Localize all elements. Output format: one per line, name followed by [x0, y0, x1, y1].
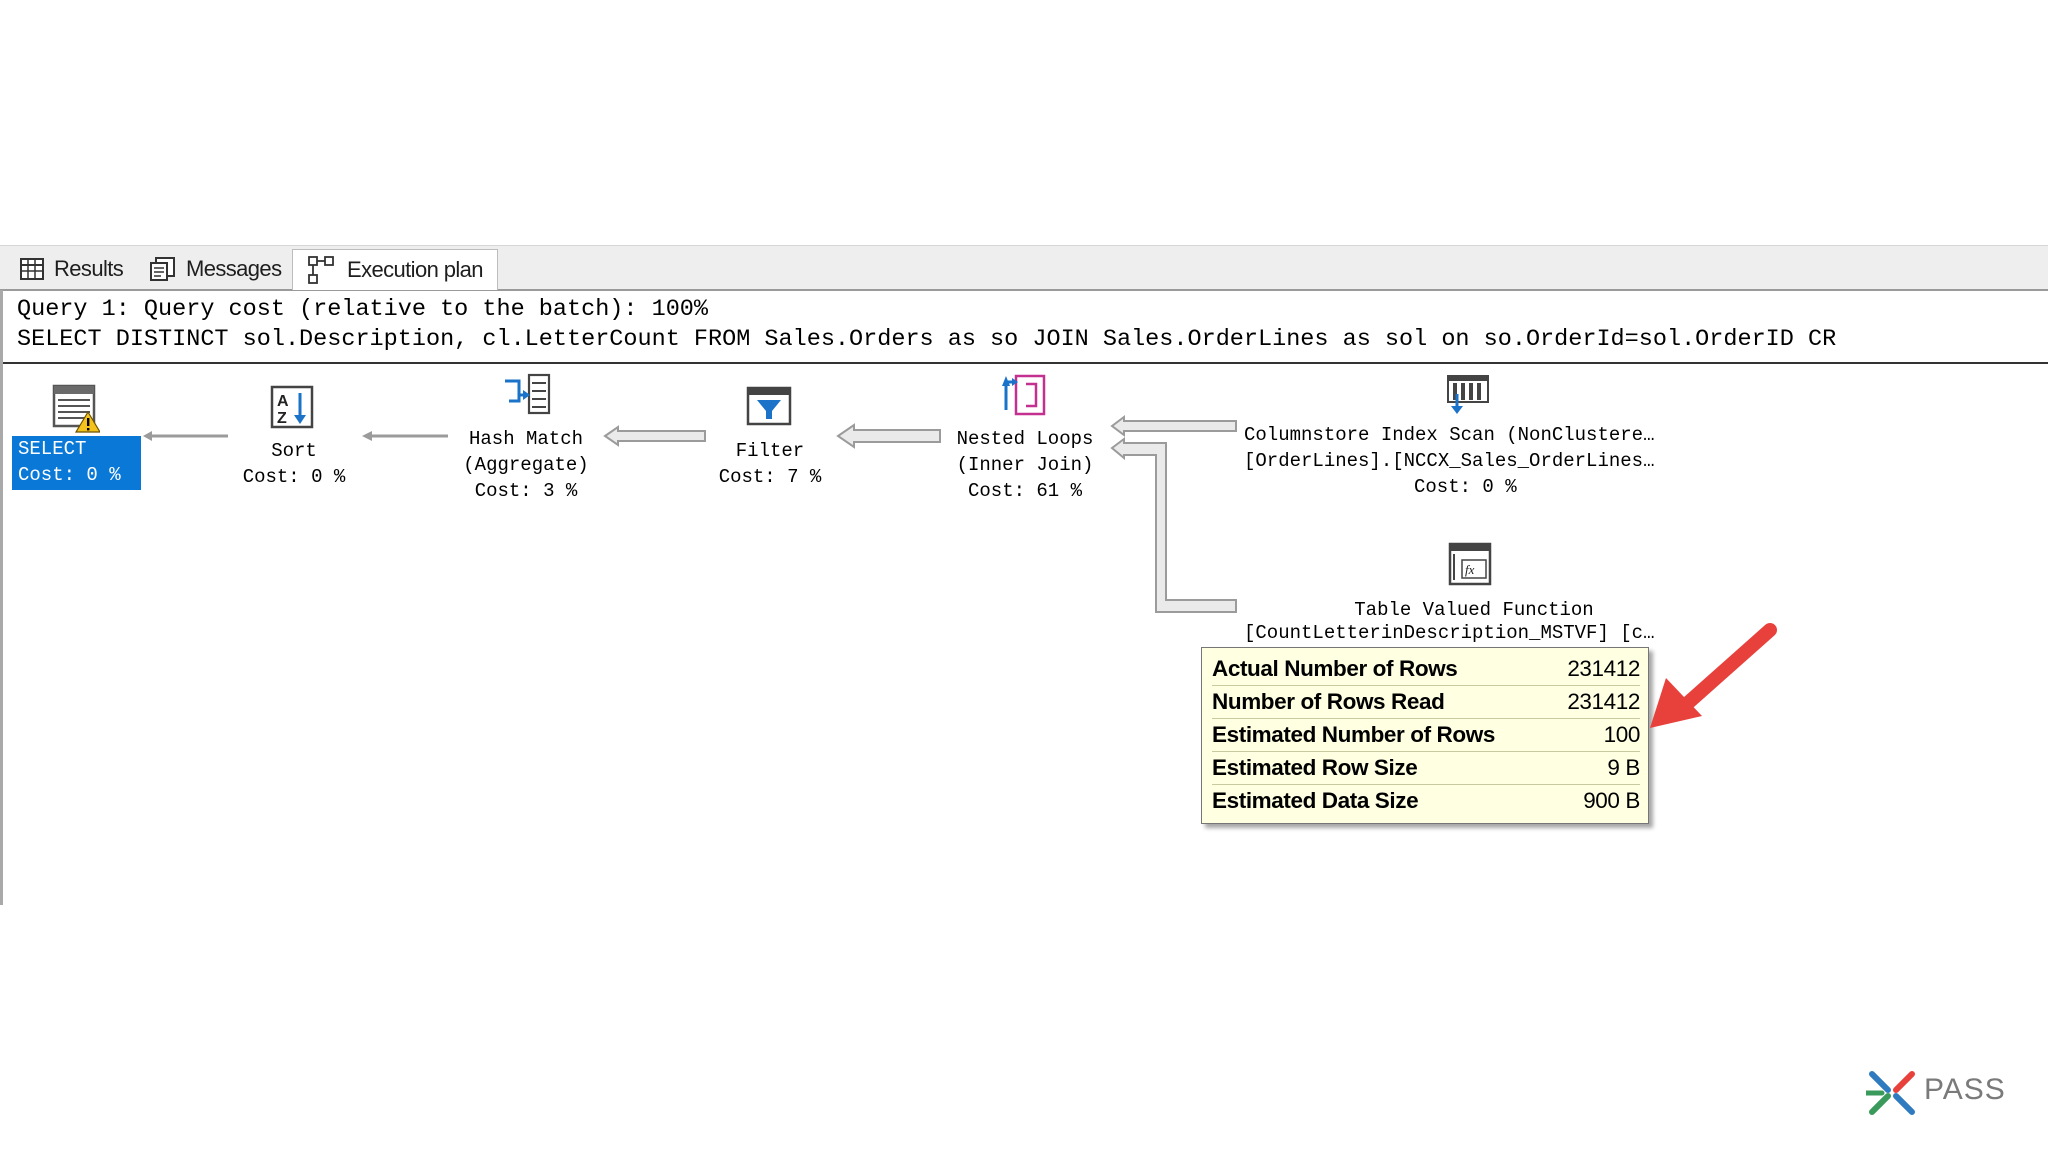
tab-messages[interactable]: Messages [150, 250, 282, 288]
tvf-object: [CountLetterinDescription_MSTVF] [c… [1244, 622, 1655, 644]
tooltip-value: 231412 [1567, 689, 1640, 714]
tvf-name: Table Valued Function [1354, 599, 1594, 621]
grid-icon [20, 258, 44, 280]
filter-icon[interactable] [746, 386, 792, 426]
plan-icon [308, 256, 334, 284]
columnstore-cost: Cost: 0 % [1414, 476, 1517, 498]
tab-results-label: Results [54, 256, 124, 281]
hash-match-subtype: (Aggregate) [463, 454, 589, 476]
query-separator [3, 362, 2048, 364]
connector-tvf-loops [1110, 437, 1237, 613]
tooltip-label: Estimated Data Size [1212, 788, 1419, 813]
columnstore-scan-icon[interactable] [1446, 372, 1490, 414]
pass-logo-icon [1866, 1071, 1915, 1115]
nested-loops-operator-label[interactable]: Nested Loops (Inner Join) Cost: 61 % [940, 426, 1110, 504]
nested-loops-icon[interactable] [1002, 372, 1048, 418]
tab-results[interactable]: Results [20, 250, 124, 288]
columnstore-name: Columnstore Index Scan (NonClustere… [1244, 424, 1655, 446]
tooltip-row-estimated-rows: Estimated Number of Rows 100 [1212, 719, 1640, 751]
tooltip-row-estimated-row-size: Estimated Row Size 9 B [1212, 752, 1640, 784]
hash-match-cost: Cost: 3 % [474, 480, 578, 502]
filter-operator-cost: Cost: 7 % [718, 466, 822, 488]
pass-logo-text: PASS [1924, 1073, 2006, 1106]
tooltip-value: 100 [1603, 722, 1641, 747]
columnstore-object: [OrderLines].[NCCX_Sales_OrderLines… [1244, 450, 1655, 472]
table-valued-function-icon[interactable]: fx [1448, 542, 1492, 586]
connector-columnstore-loops [1110, 415, 1237, 437]
hash-match-operator-label[interactable]: Hash Match (Aggregate) Cost: 3 % [446, 426, 606, 504]
columnstore-operator-label[interactable]: Columnstore Index Scan (NonClustere… [Or… [1244, 422, 1704, 500]
connector-filter-hash [603, 425, 706, 447]
tab-messages-label: Messages [186, 256, 282, 281]
select-operator-cost: Cost: 0 % [18, 464, 121, 486]
connector-hash-sort [362, 431, 448, 441]
hash-match-name: Hash Match [468, 428, 584, 450]
messages-icon [150, 257, 175, 281]
sort-operator-label[interactable]: Sort Cost: 0 % [234, 438, 354, 490]
filter-operator-name: Filter [735, 440, 805, 462]
tooltip-label: Estimated Number of Rows [1212, 722, 1495, 747]
hash-match-icon[interactable] [503, 373, 551, 417]
svg-text:Z: Z [277, 410, 287, 427]
tab-execution-plan[interactable]: Execution plan [292, 249, 498, 290]
select-warning-icon[interactable] [52, 384, 100, 434]
connector-sort-select [143, 431, 228, 441]
operator-properties-tooltip: Actual Number of Rows 231412 Number of R… [1201, 647, 1649, 824]
nested-loops-cost: Cost: 61 % [967, 480, 1083, 502]
tooltip-row-estimated-data-size: Estimated Data Size 900 B [1212, 785, 1640, 817]
nested-loops-subtype: (Inner Join) [956, 454, 1094, 476]
tooltip-row-actual-rows: Actual Number of Rows 231412 [1212, 653, 1640, 685]
tooltip-label: Estimated Row Size [1212, 755, 1418, 780]
tooltip-row-rows-read: Number of Rows Read 231412 [1212, 686, 1640, 718]
select-operator-label[interactable]: SELECT Cost: 0 % [12, 436, 141, 490]
tooltip-label: Actual Number of Rows [1212, 656, 1458, 681]
tvf-operator-label[interactable]: Table Valued Function [CountLetterinDesc… [1244, 597, 1704, 643]
tooltip-label: Number of Rows Read [1212, 689, 1445, 714]
query-sql-text: SELECT DISTINCT sol.Description, cl.Lett… [17, 326, 1837, 353]
tooltip-value: 9 B [1607, 755, 1640, 780]
query-cost-header: Query 1: Query cost (relative to the bat… [17, 296, 709, 323]
sort-icon[interactable]: A Z [270, 385, 314, 429]
tooltip-value: 231412 [1567, 656, 1640, 681]
sort-operator-name: Sort [271, 440, 317, 462]
tab-execution-plan-label: Execution plan [347, 257, 484, 282]
svg-text:A: A [277, 393, 289, 410]
select-operator-name: SELECT [18, 438, 87, 460]
tooltip-value: 900 B [1583, 788, 1640, 813]
filter-operator-label[interactable]: Filter Cost: 7 % [700, 438, 840, 490]
nested-loops-name: Nested Loops [956, 428, 1094, 450]
connector-loops-filter [836, 423, 941, 449]
red-arrow-icon [1650, 623, 1777, 728]
sort-operator-cost: Cost: 0 % [242, 466, 346, 488]
svg-text:fx: fx [1465, 562, 1475, 577]
